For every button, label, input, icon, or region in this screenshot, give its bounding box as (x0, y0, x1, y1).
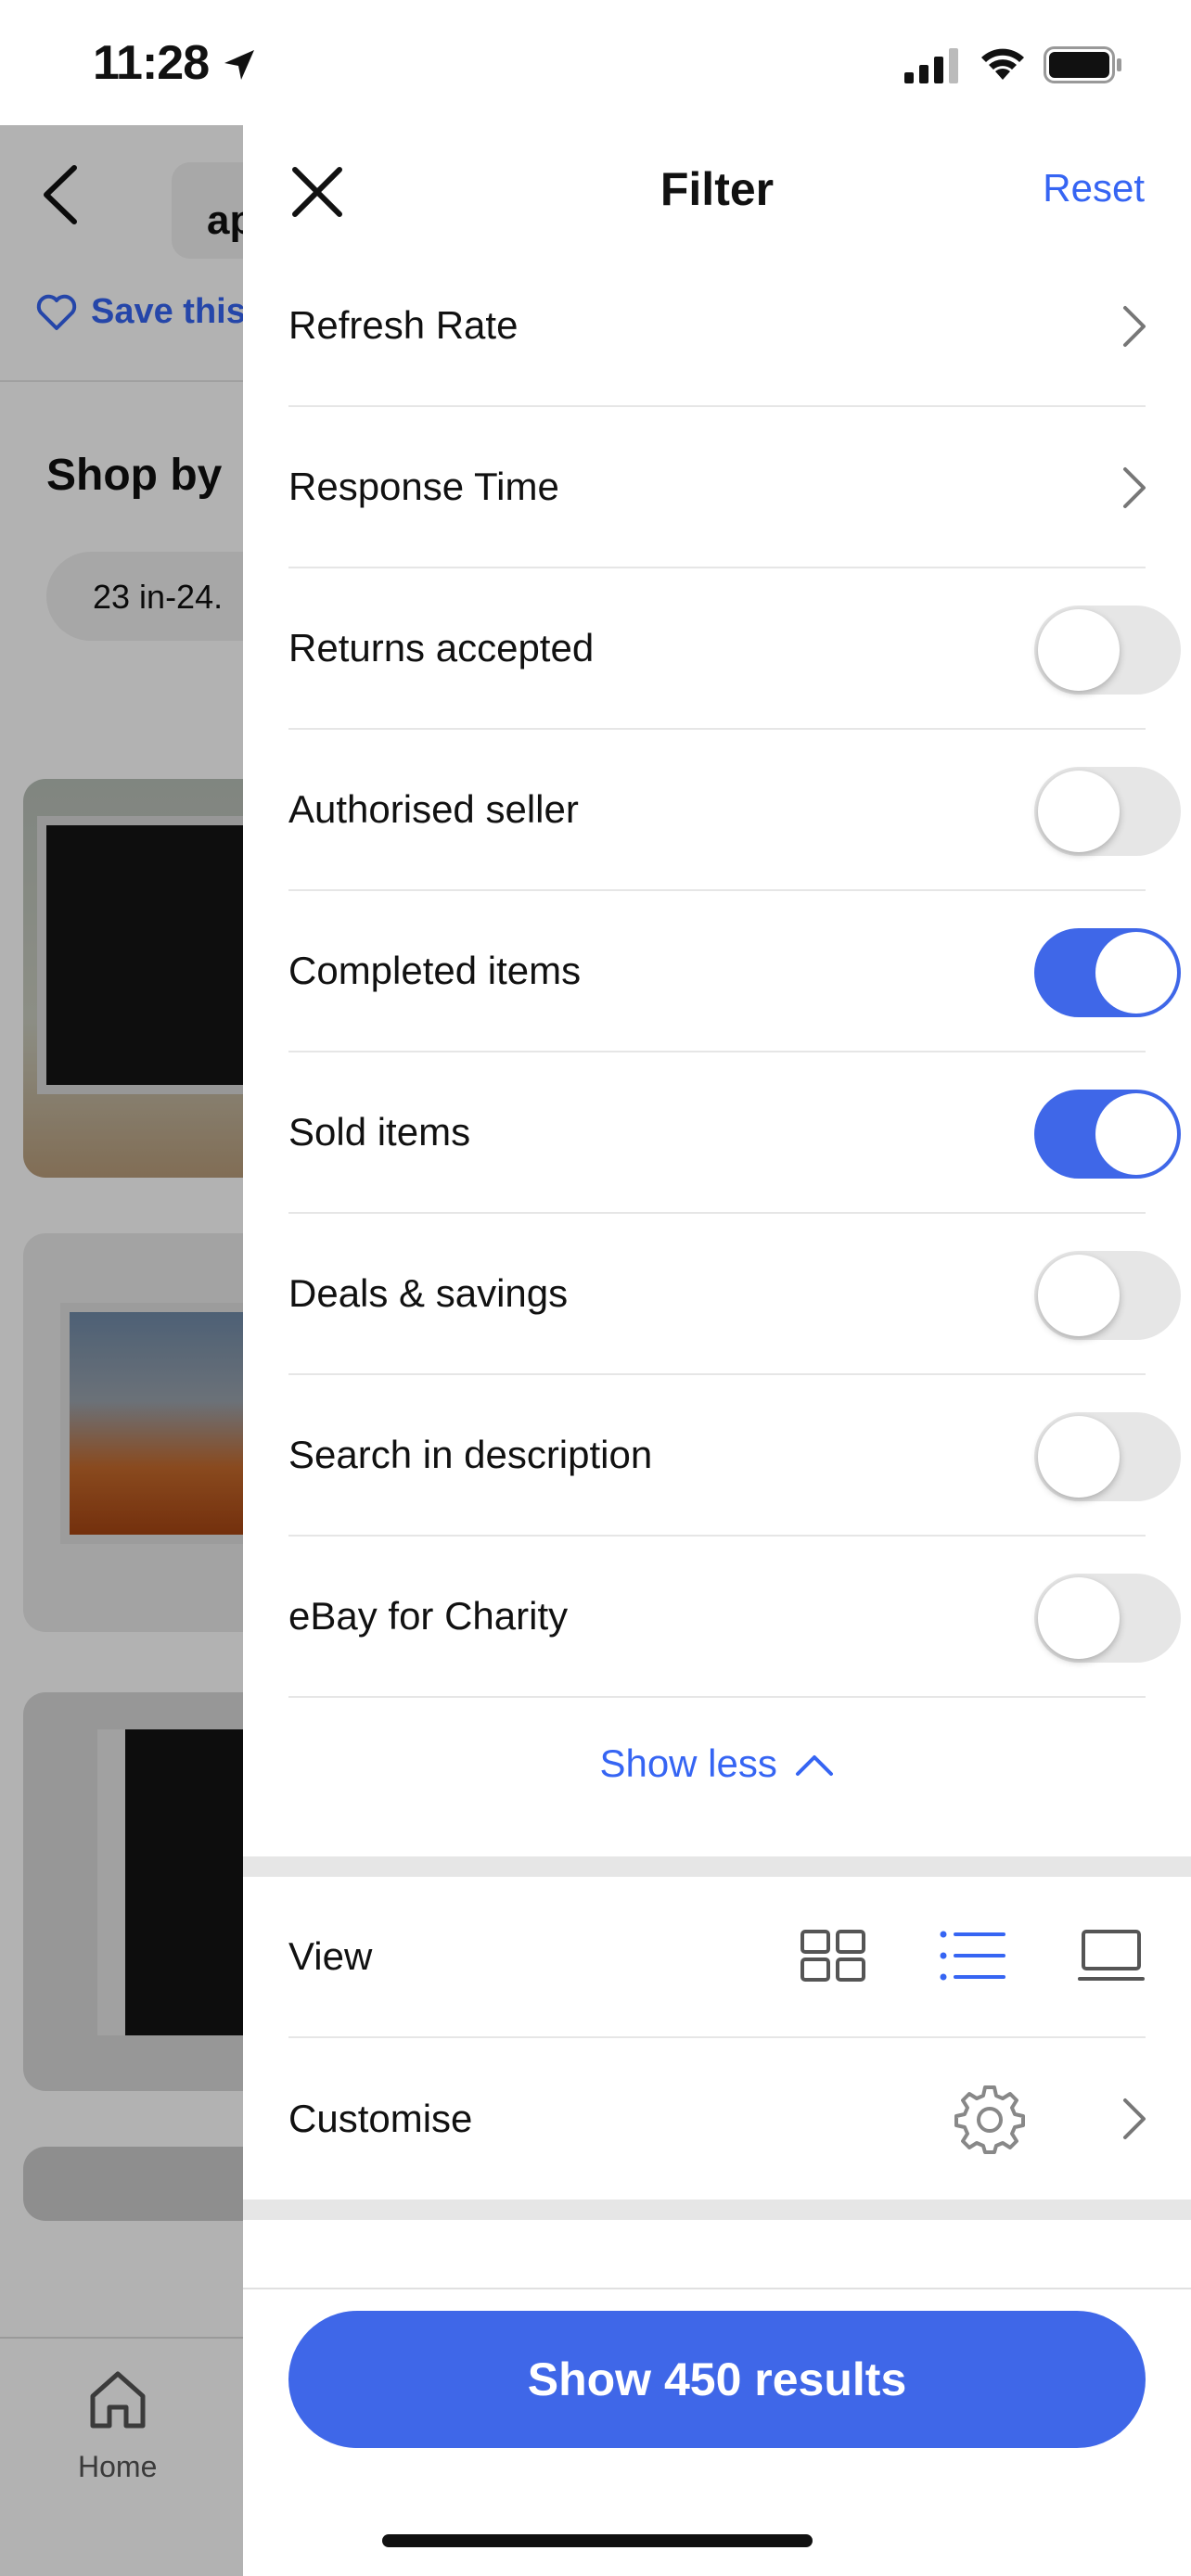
filter-row-ebay-for-charity: eBay for Charity (288, 1537, 1181, 1698)
filter-row-label: Authorised seller (288, 787, 579, 831)
toggle-knob (1038, 1577, 1120, 1659)
backdrop-overlay[interactable] (0, 125, 243, 2576)
toggle-knob (1038, 1416, 1120, 1498)
returns-accepted-toggle[interactable] (1034, 606, 1181, 695)
toggle-knob (1095, 1093, 1177, 1175)
filter-row-refresh-rate[interactable]: Refresh Rate (288, 246, 1146, 407)
section-divider (243, 2200, 1191, 2220)
reset-button[interactable]: Reset (1043, 166, 1145, 210)
filter-row-label: Completed items (288, 949, 582, 992)
filter-row-label: Deals & savings (288, 1271, 569, 1315)
filter-row-deals-savings: Deals & savings (288, 1214, 1181, 1375)
filter-row-response-time[interactable]: Response Time (288, 407, 1146, 568)
status-time: 11:28 (93, 36, 210, 90)
gallery-view-icon[interactable] (1078, 1929, 1145, 1983)
battery-icon (1044, 46, 1121, 83)
filter-row-search-in-description: Search in description (288, 1375, 1181, 1537)
section-divider (243, 1856, 1191, 1877)
filter-sheet: Filter Reset Refresh Rate Response Time … (243, 125, 1191, 2576)
show-less-label: Show less (599, 1741, 777, 1785)
ebay-for-charity-toggle[interactable] (1034, 1574, 1181, 1663)
filter-row-label: Refresh Rate (288, 303, 519, 347)
chevron-right-icon (1123, 467, 1146, 508)
deals-savings-toggle[interactable] (1034, 1251, 1181, 1340)
filter-row-label: Response Time (288, 465, 559, 508)
completed-items-toggle[interactable] (1034, 928, 1181, 1017)
sheet-header: Filter Reset (243, 125, 1191, 255)
show-results-button[interactable]: Show 450 results (288, 2311, 1146, 2448)
filter-row-returns-accepted: Returns accepted (288, 568, 1181, 730)
grid-view-icon[interactable] (800, 1929, 866, 1983)
filter-row-completed-items: Completed items (288, 891, 1181, 1052)
toggle-knob (1038, 771, 1120, 852)
customise-label: Customise (288, 2097, 473, 2140)
authorised-seller-toggle[interactable] (1034, 767, 1181, 856)
wifi-icon (981, 48, 1024, 80)
signal-icon (904, 48, 958, 83)
filter-row-label: Search in description (288, 1433, 653, 1476)
filter-row-label: eBay for Charity (288, 1594, 569, 1638)
toggle-knob (1038, 609, 1120, 691)
toggle-knob (1095, 932, 1177, 1014)
toggle-knob (1038, 1255, 1120, 1336)
view-label: View (288, 1934, 373, 1978)
filter-row-label: Sold items (288, 1110, 471, 1154)
view-row: View (288, 1877, 1146, 2038)
chevron-right-icon (1123, 306, 1146, 347)
show-less-button[interactable]: Show less (243, 1739, 1191, 1786)
list-view-icon[interactable] (939, 1929, 1005, 1983)
chevron-up-icon (795, 1754, 833, 1776)
sold-items-toggle[interactable] (1034, 1090, 1181, 1179)
search-in-description-toggle[interactable] (1034, 1412, 1181, 1501)
filter-row-authorised-seller: Authorised seller (288, 730, 1181, 891)
gear-icon (954, 2085, 1025, 2154)
filter-row-sold-items: Sold items (288, 1052, 1181, 1214)
location-arrow-icon (224, 50, 254, 80)
filter-row-label: Returns accepted (288, 626, 595, 670)
home-indicator (382, 2534, 813, 2547)
divider (243, 2288, 1191, 2289)
customise-row[interactable]: Customise (288, 2038, 1146, 2200)
chevron-right-icon (1123, 2098, 1146, 2139)
status-bar: 11:28 (0, 0, 1191, 125)
